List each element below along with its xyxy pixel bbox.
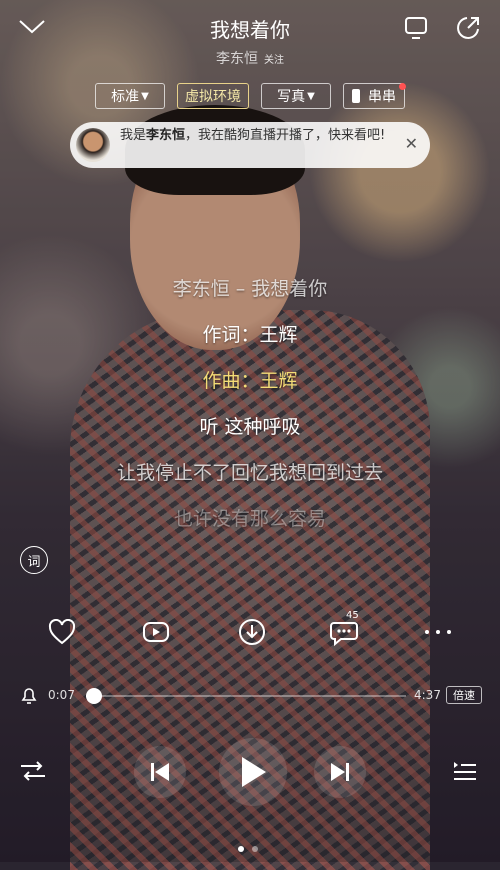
mode-label: 标准 [111, 89, 140, 105]
artist-line: 李东恒 关注 [0, 48, 500, 68]
previous-icon [151, 763, 169, 781]
lyric-line: 也许没有那么容易 [173, 508, 326, 530]
follow-button[interactable]: 关注 [264, 55, 284, 66]
previous-button[interactable] [134, 746, 186, 798]
caret-down-icon: ▼ [141, 90, 149, 102]
comment-button[interactable]: 45 [324, 610, 364, 652]
playback-controls [0, 738, 500, 808]
notice-name: 李东恒 [146, 128, 186, 143]
playlist-button[interactable] [450, 756, 480, 786]
mode-label: 串串 [368, 89, 396, 105]
comment-count: 45 [346, 610, 359, 621]
mode-photo[interactable]: 写真 ▼ [261, 83, 331, 109]
share-button[interactable] [452, 12, 484, 44]
play-icon [242, 757, 266, 787]
caret-down-icon: ▼ [307, 90, 315, 102]
lyrics-toggle-label: 词 [27, 554, 41, 570]
play-button[interactable] [219, 738, 287, 806]
screen-icon [405, 17, 427, 39]
mode-standard[interactable]: 标准 ▼ [95, 83, 165, 109]
page-dot [252, 846, 258, 852]
header: 我想着你 李东恒 关注 [0, 0, 500, 80]
notice-suffix: ，我在酷狗直播开播了，快来看吧! [185, 128, 386, 143]
video-icon [143, 622, 169, 642]
share-icon [457, 17, 479, 39]
lyric-line: 李东恒 – 我想着你 [172, 278, 328, 300]
seek-handle[interactable] [86, 688, 102, 704]
page-dot-active [238, 846, 244, 852]
total-time: 4:37 [414, 688, 441, 702]
lyric-line: 作词：王辉 [202, 324, 298, 346]
mv-button[interactable] [136, 612, 176, 652]
progress-bar: 0:07 4:37 倍速 [0, 684, 500, 708]
screen-button[interactable] [400, 12, 432, 44]
bell-icon [21, 688, 37, 704]
display-mode-bar: 标准 ▼ 虚拟环境 写真 ▼ 串串 [0, 83, 500, 111]
more-button[interactable] [418, 612, 458, 652]
lyric-line-current: 作曲：王辉 [202, 370, 298, 392]
phone-icon [352, 89, 360, 103]
speed-label: 倍速 [453, 689, 475, 702]
seek-track[interactable] [86, 688, 406, 704]
next-button[interactable] [314, 746, 366, 798]
playlist-icon [454, 762, 476, 780]
lyrics-toggle-button[interactable]: 词 [20, 546, 48, 574]
mode-virtual-environment[interactable]: 虚拟环境 [177, 83, 249, 109]
live-notice-banner[interactable]: 我是李东恒，我在酷狗直播开播了，快来看吧! ✕ [70, 122, 430, 168]
heart-icon [48, 619, 76, 645]
lyric-line: 让我停止不了回忆我想回到过去 [116, 462, 383, 484]
more-icon [425, 630, 451, 634]
play-mode-button[interactable] [18, 756, 48, 786]
lyric-line: 听 这种呼吸 [199, 416, 301, 438]
next-icon [331, 763, 349, 781]
mode-label: 虚拟环境 [185, 89, 241, 105]
new-badge-dot [399, 83, 406, 90]
like-button[interactable] [42, 612, 82, 652]
notice-text: 我是李东恒，我在酷狗直播开播了，快来看吧! [120, 127, 390, 145]
avatar[interactable] [76, 128, 110, 162]
artist-name[interactable]: 李东恒 [216, 51, 258, 67]
notice-prefix: 我是 [120, 128, 147, 143]
mode-chuanchuan[interactable]: 串串 [343, 83, 405, 109]
elapsed-time: 0:07 [48, 688, 75, 702]
action-bar: 45 [0, 610, 500, 656]
download-button[interactable] [232, 612, 272, 652]
download-icon [239, 619, 265, 645]
close-icon[interactable]: ✕ [405, 134, 418, 153]
comment-icon [330, 622, 358, 646]
alarm-button[interactable] [18, 684, 40, 706]
shuffle-icon [21, 761, 45, 781]
page-indicator [234, 846, 268, 854]
speed-button[interactable]: 倍速 [446, 686, 482, 704]
mode-label: 写真 [277, 89, 306, 105]
